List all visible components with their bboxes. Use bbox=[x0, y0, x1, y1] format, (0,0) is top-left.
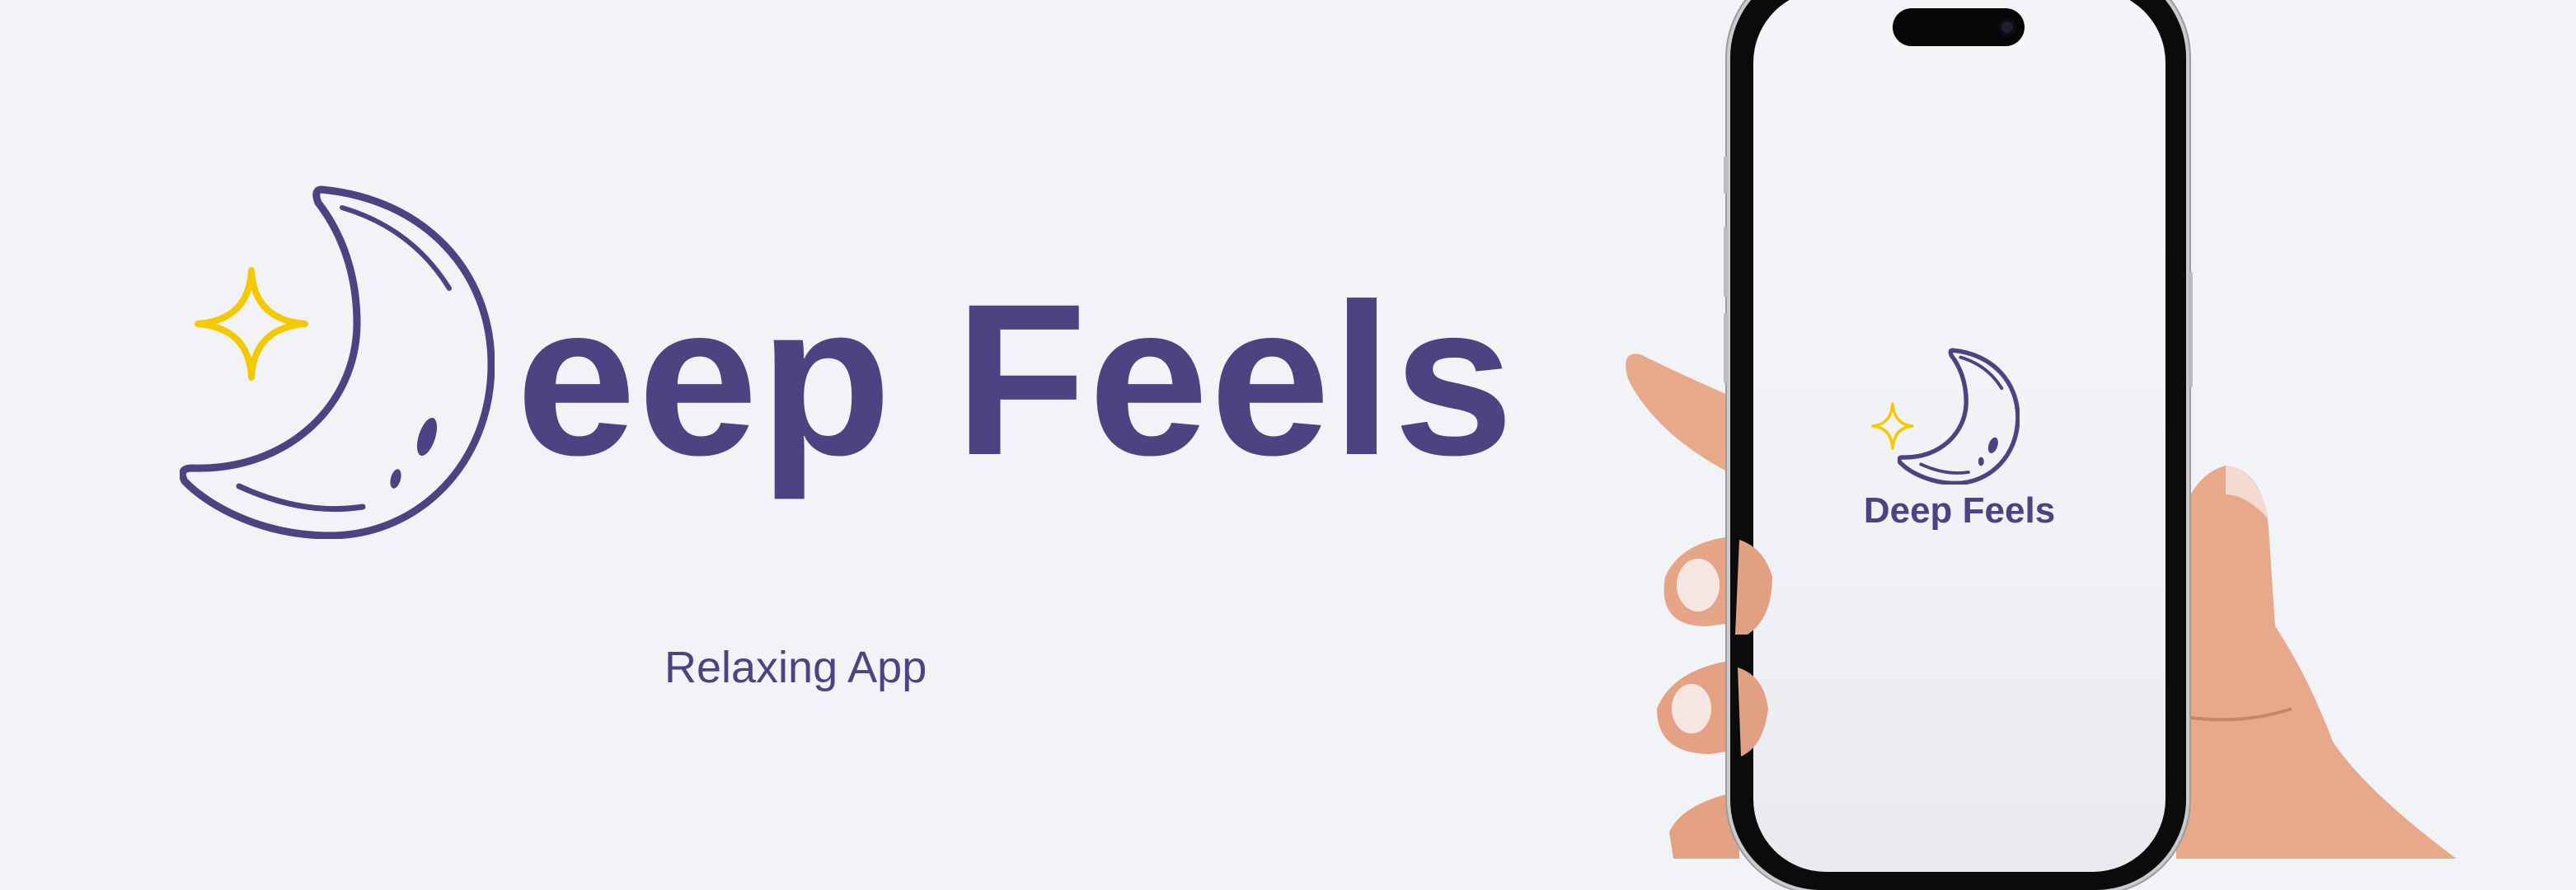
phone-mockup: Deep Feels bbox=[1724, 0, 2193, 890]
hand-illustration bbox=[1626, 354, 2456, 859]
camera-icon bbox=[1998, 18, 2016, 36]
screen-moon-icon bbox=[1898, 348, 2020, 485]
phone-screen: Deep Feels bbox=[1753, 0, 2165, 872]
screen-app-title: Deep Feels bbox=[1863, 490, 2056, 531]
dynamic-island bbox=[1893, 8, 2025, 46]
screen-star-icon bbox=[1871, 402, 1914, 450]
